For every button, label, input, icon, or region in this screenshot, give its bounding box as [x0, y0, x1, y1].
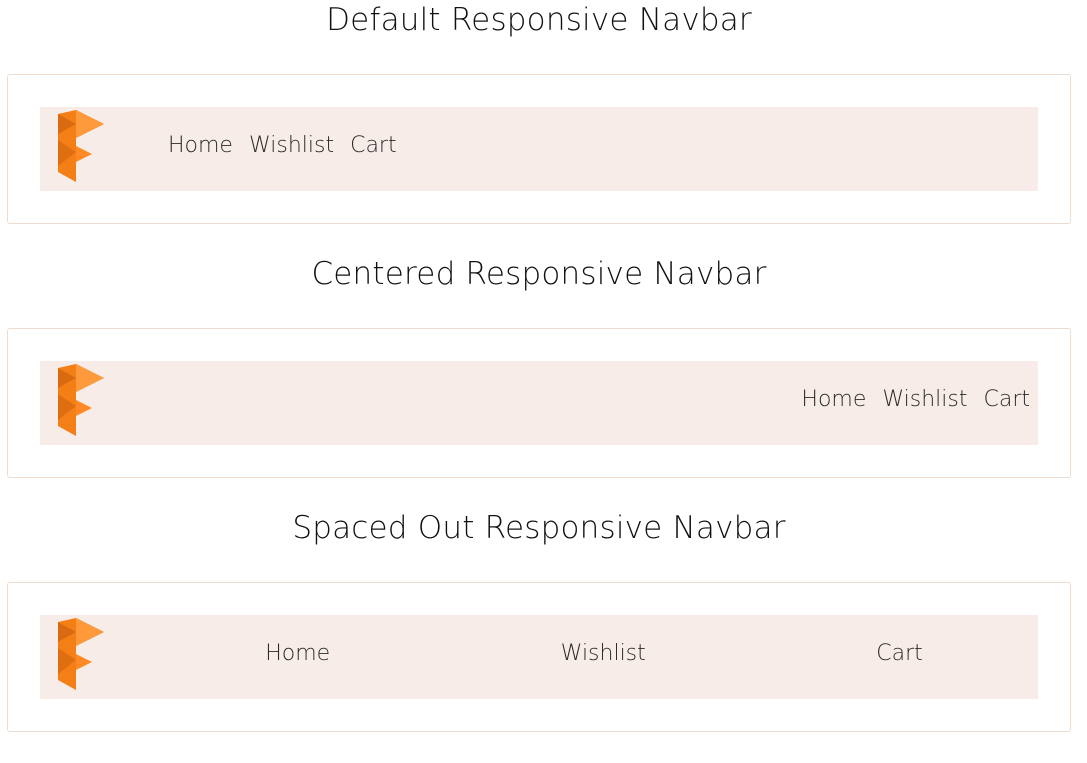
nav-link-home[interactable]: Home [168, 133, 233, 158]
nav-link-cart[interactable]: Cart [983, 387, 1030, 412]
demo-frame-default: Home Wishlist Cart [7, 74, 1071, 224]
brand-logo-icon[interactable] [58, 110, 106, 182]
nav-links: Home Wishlist Cart [150, 641, 1038, 666]
navbar-centered: Home Wishlist Cart [40, 361, 1038, 445]
nav-link-cart[interactable]: Cart [350, 133, 397, 158]
nav-links: Home Wishlist Cart [168, 133, 397, 158]
section-title-default: Default Responsive Navbar [326, 2, 752, 38]
section-title-spaced: Spaced Out Responsive Navbar [292, 510, 786, 546]
demo-frame-centered: Home Wishlist Cart [7, 328, 1071, 478]
nav-link-home[interactable]: Home [265, 641, 330, 666]
navbar-spaced: Home Wishlist Cart [40, 615, 1038, 699]
nav-link-wishlist[interactable]: Wishlist [561, 641, 646, 666]
nav-link-wishlist[interactable]: Wishlist [249, 133, 334, 158]
brand-logo-icon[interactable] [58, 364, 106, 436]
section-title-centered: Centered Responsive Navbar [311, 256, 767, 292]
nav-link-cart[interactable]: Cart [876, 641, 923, 666]
nav-link-wishlist[interactable]: Wishlist [882, 387, 967, 412]
brand-logo-icon[interactable] [58, 618, 106, 690]
demo-frame-spaced: Home Wishlist Cart [7, 582, 1071, 732]
nav-link-home[interactable]: Home [801, 387, 866, 412]
navbar-default: Home Wishlist Cart [40, 107, 1038, 191]
nav-links: Home Wishlist Cart [801, 387, 1030, 412]
